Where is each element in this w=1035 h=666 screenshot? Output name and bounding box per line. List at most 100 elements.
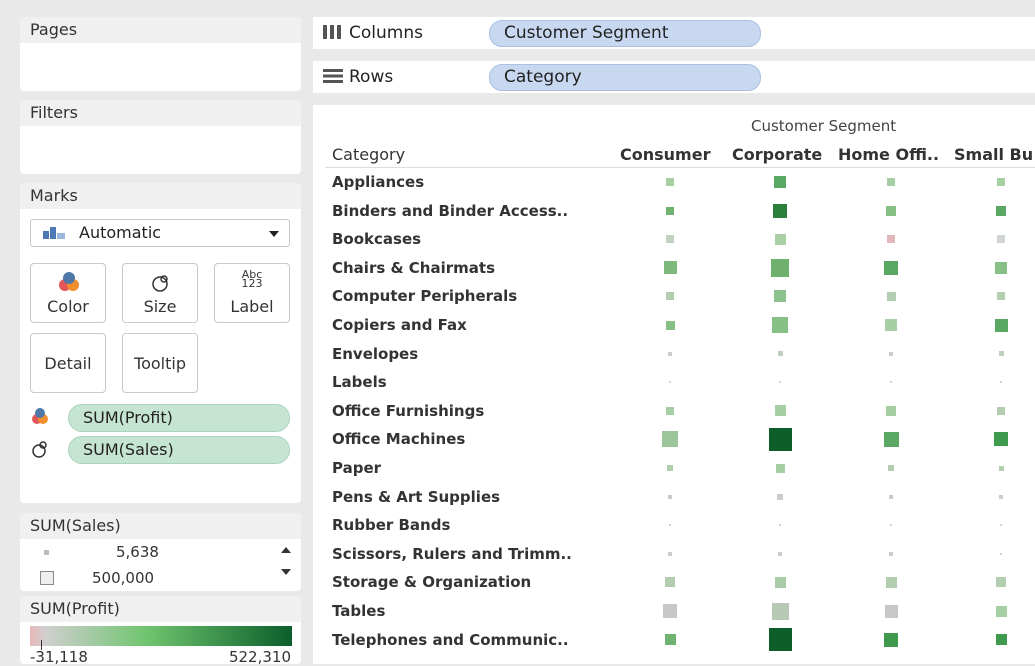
heatmap-cell[interactable]: [999, 494, 1003, 499]
column-header[interactable]: Home Offi..: [838, 145, 939, 164]
heatmap-cell[interactable]: [774, 233, 786, 245]
heatmap-cell[interactable]: [778, 551, 782, 556]
heatmap-cell[interactable]: [995, 634, 1007, 646]
scroll-down-icon[interactable]: [281, 569, 291, 575]
heatmap-cell[interactable]: [668, 351, 672, 356]
row-label[interactable]: Chairs & Chairmats: [332, 259, 495, 277]
heatmap-cell[interactable]: [889, 351, 893, 356]
heatmap-cell[interactable]: [1000, 552, 1002, 555]
row-label[interactable]: Computer Peripherals: [332, 287, 517, 305]
heatmap-cell[interactable]: [773, 203, 787, 218]
rows-shelf[interactable]: Rows Category: [313, 61, 1035, 93]
row-label[interactable]: Pens & Art Supplies: [332, 488, 500, 506]
heatmap-cell[interactable]: [774, 290, 786, 303]
row-label[interactable]: Storage & Organization: [332, 573, 531, 591]
size-button[interactable]: Size: [122, 263, 198, 323]
column-header[interactable]: Corporate: [732, 145, 822, 164]
column-header[interactable]: Consumer: [620, 145, 710, 164]
heatmap-cell[interactable]: [998, 465, 1004, 471]
heatmap-cell[interactable]: [890, 381, 892, 384]
heatmap-cell[interactable]: [667, 465, 673, 471]
heatmap-cell[interactable]: [668, 494, 672, 499]
heatmap-cell[interactable]: [768, 427, 792, 451]
heatmap-cell[interactable]: [664, 634, 676, 646]
heatmap-cell[interactable]: [1000, 381, 1002, 384]
heatmap-cell[interactable]: [997, 406, 1005, 415]
row-label[interactable]: Bookcases: [332, 230, 421, 248]
heatmap-cell[interactable]: [1000, 524, 1002, 527]
heatmap-cell[interactable]: [663, 604, 677, 618]
heatmap-cell[interactable]: [885, 319, 897, 331]
label-button[interactable]: Abc 123 Label: [214, 263, 290, 323]
heatmap-cell[interactable]: [884, 604, 898, 618]
heatmap-cell[interactable]: [779, 524, 781, 527]
scroll-up-icon[interactable]: [281, 547, 291, 553]
heatmap-cell[interactable]: [886, 291, 896, 301]
category-pill[interactable]: Category: [489, 64, 761, 91]
row-label[interactable]: Binders and Binder Access..: [332, 202, 568, 220]
heatmap-cell[interactable]: [994, 432, 1008, 447]
heatmap-cell[interactable]: [884, 260, 898, 275]
heatmap-cell[interactable]: [995, 605, 1007, 617]
tooltip-button[interactable]: Tooltip: [122, 333, 198, 393]
row-label[interactable]: Scissors, Rulers and Trimm..: [332, 545, 572, 563]
customer-segment-pill[interactable]: Customer Segment: [489, 20, 761, 47]
heatmap-cell[interactable]: [668, 551, 672, 556]
row-label[interactable]: Copiers and Fax: [332, 316, 467, 334]
heatmap-cell[interactable]: [669, 524, 671, 527]
heatmap-cell[interactable]: [774, 576, 786, 588]
heatmap-cell[interactable]: [662, 431, 678, 448]
heatmap-cell[interactable]: [775, 463, 785, 473]
row-label[interactable]: Telephones and Communic..: [332, 631, 569, 649]
row-label[interactable]: Rubber Bands: [332, 516, 450, 534]
row-label[interactable]: Office Furnishings: [332, 402, 484, 420]
row-label[interactable]: Office Machines: [332, 430, 465, 448]
heatmap-cell[interactable]: [777, 493, 783, 500]
heatmap-cell[interactable]: [886, 405, 896, 416]
heatmap-cell[interactable]: [666, 235, 674, 244]
heatmap-cell[interactable]: [884, 632, 898, 647]
heatmap-cell[interactable]: [772, 317, 788, 333]
heatmap-cell[interactable]: [890, 524, 892, 527]
heatmap-cell[interactable]: [777, 351, 783, 357]
heatmap-cell[interactable]: [996, 205, 1006, 216]
heatmap-cell[interactable]: [994, 318, 1008, 332]
heatmap-cell[interactable]: [998, 351, 1004, 357]
row-label[interactable]: Labels: [332, 373, 387, 391]
heatmap-cell[interactable]: [889, 494, 893, 499]
heatmap-cell[interactable]: [779, 381, 781, 384]
heatmap-cell[interactable]: [666, 206, 674, 215]
heatmap-cell[interactable]: [768, 628, 792, 652]
heatmap-cell[interactable]: [666, 292, 674, 301]
row-label[interactable]: Appliances: [332, 173, 424, 191]
row-label[interactable]: Envelopes: [332, 345, 418, 363]
color-button[interactable]: Color: [30, 263, 106, 323]
column-header[interactable]: Small Bu: [954, 145, 1033, 164]
heatmap-cell[interactable]: [663, 261, 677, 275]
row-label[interactable]: Paper: [332, 459, 381, 477]
heatmap-cell[interactable]: [887, 235, 895, 244]
heatmap-cell[interactable]: [666, 406, 674, 415]
heatmap-cell[interactable]: [886, 205, 896, 216]
row-label[interactable]: Tables: [332, 602, 385, 620]
heatmap-cell[interactable]: [995, 261, 1007, 274]
heatmap-cell[interactable]: [887, 178, 895, 186]
heatmap-cell[interactable]: [997, 235, 1005, 244]
heatmap-cell[interactable]: [997, 178, 1005, 186]
heatmap-cell[interactable]: [997, 292, 1005, 301]
columns-shelf[interactable]: Columns Customer Segment: [313, 17, 1035, 49]
heatmap-cell[interactable]: [665, 577, 675, 588]
heatmap-cell[interactable]: [666, 178, 674, 186]
heatmap-cell[interactable]: [883, 431, 899, 447]
heatmap-cell[interactable]: [669, 381, 671, 384]
heatmap-cell[interactable]: [889, 551, 893, 556]
mark-type-dropdown[interactable]: Automatic: [30, 219, 290, 247]
detail-button[interactable]: Detail: [30, 333, 106, 393]
heatmap-cell[interactable]: [774, 176, 786, 188]
heatmap-cell[interactable]: [885, 576, 897, 588]
heatmap-cell[interactable]: [996, 577, 1006, 588]
viz-view[interactable]: Customer Segment Category Consumer Corpo…: [313, 105, 1035, 664]
sales-size-pill[interactable]: SUM(Sales): [68, 436, 290, 464]
heatmap-cell[interactable]: [665, 320, 675, 330]
heatmap-cell[interactable]: [774, 405, 786, 417]
